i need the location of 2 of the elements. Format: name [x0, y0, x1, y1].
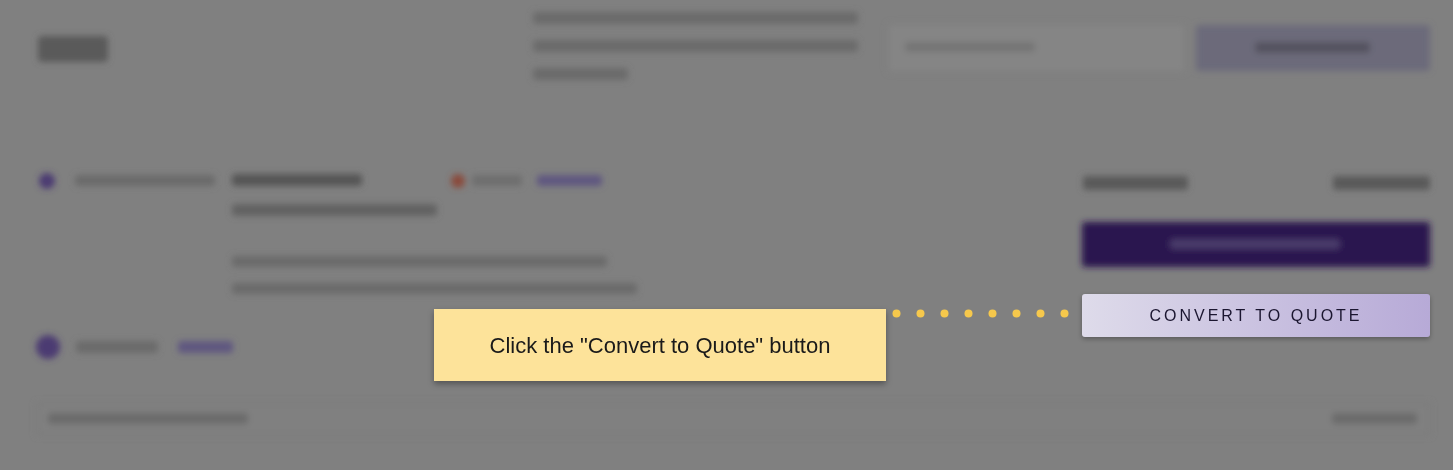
- callout-text: Click the "Convert to Quote" button: [434, 309, 886, 381]
- convert-to-quote-button[interactable]: CONVERT TO QUOTE: [1082, 294, 1430, 337]
